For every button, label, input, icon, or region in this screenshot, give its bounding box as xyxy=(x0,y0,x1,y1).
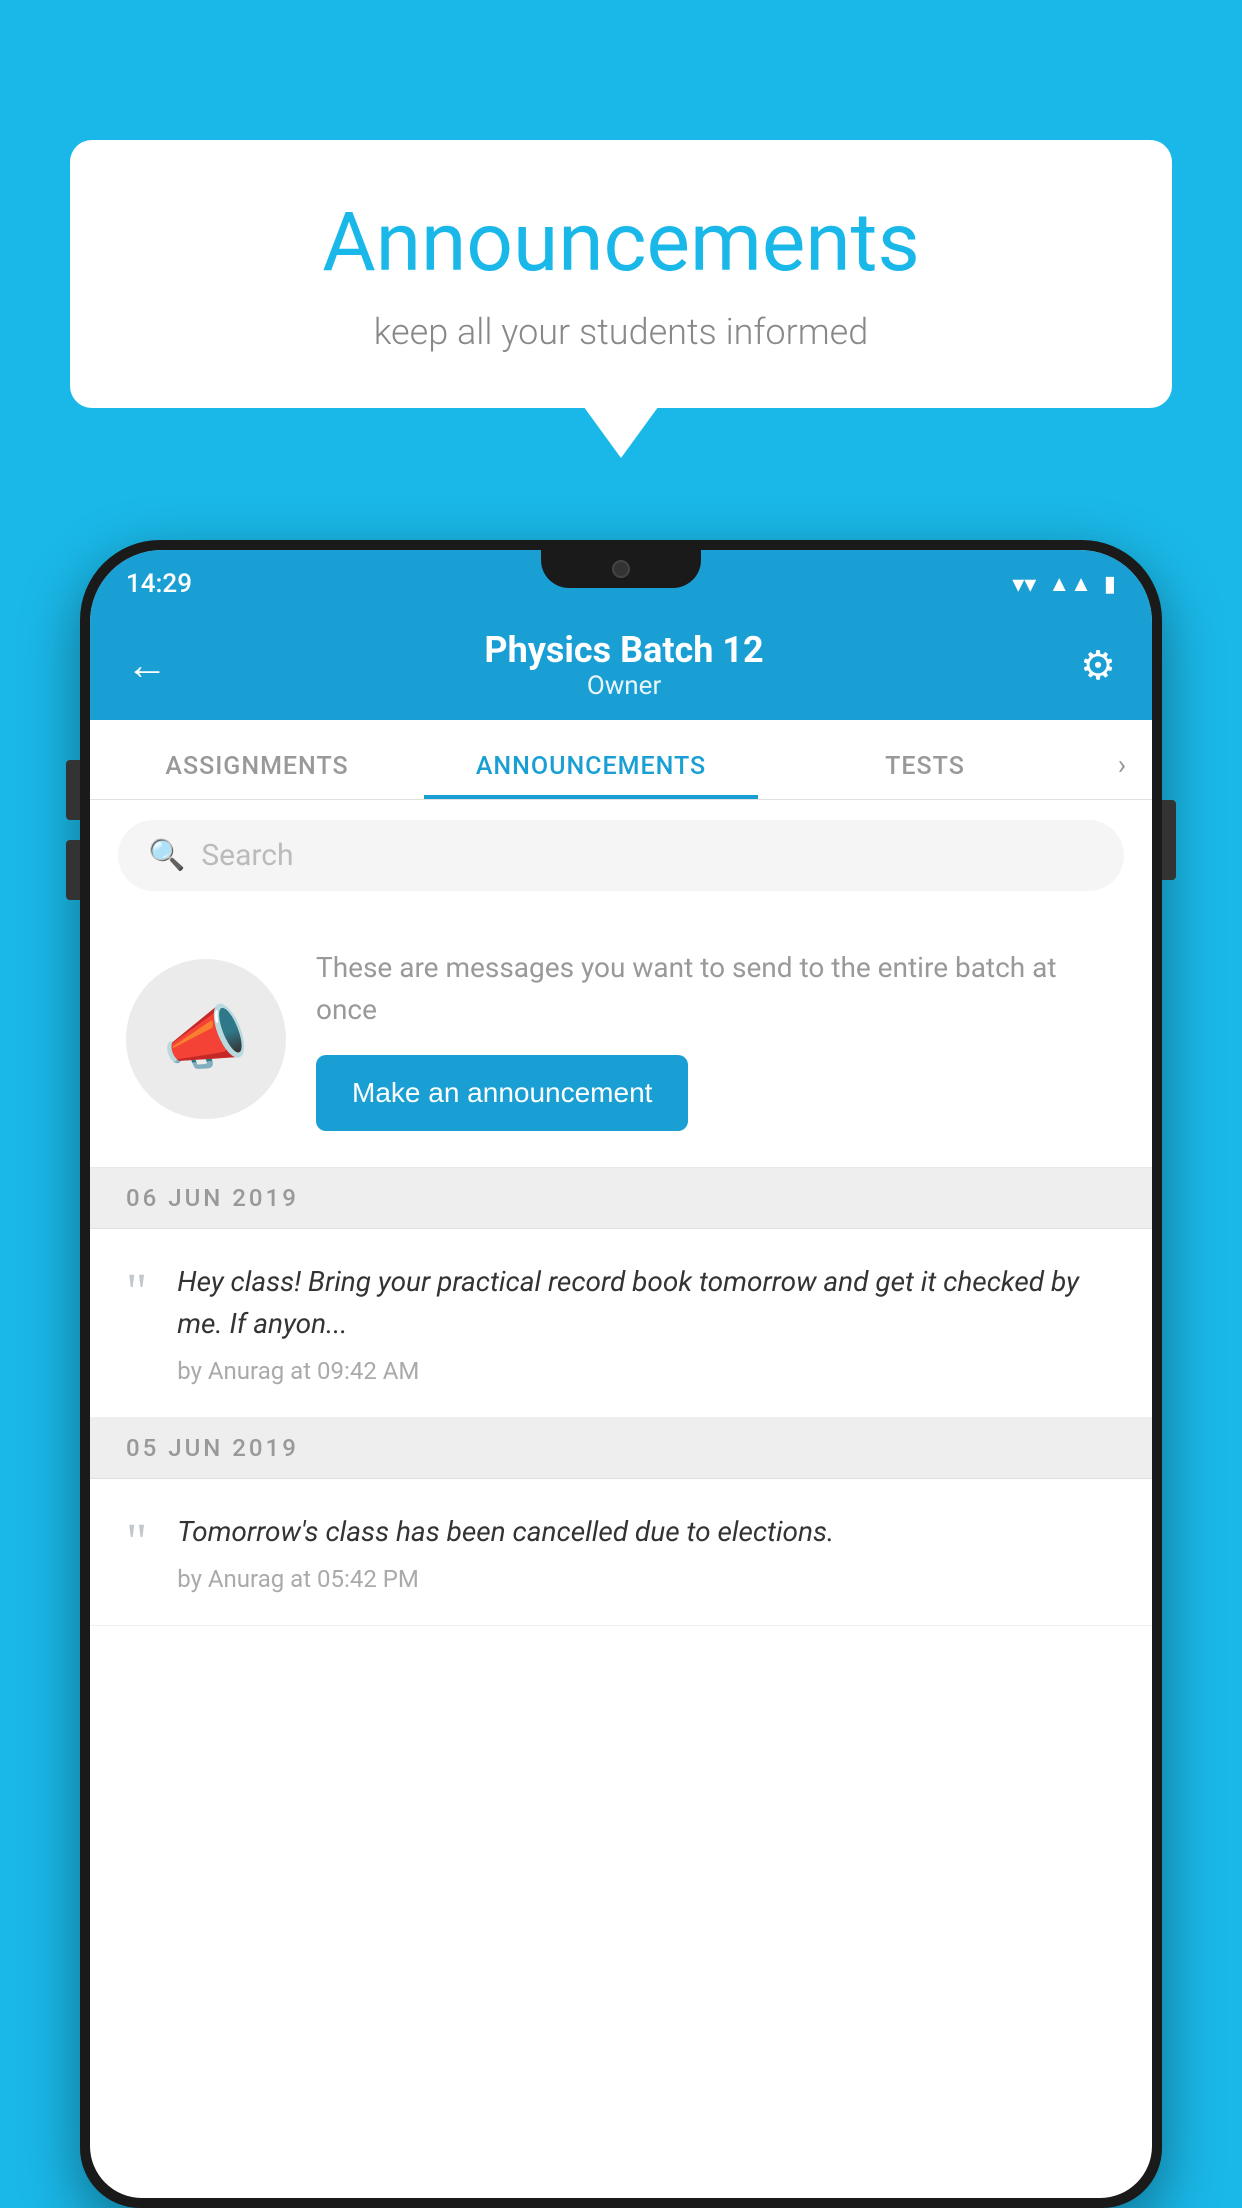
announcement-text-1: Hey class! Bring your practical record b… xyxy=(177,1261,1116,1345)
search-container: 🔍 Search xyxy=(90,800,1152,911)
tab-assignments[interactable]: ASSIGNMENTS xyxy=(90,752,424,799)
promo-content: These are messages you want to send to t… xyxy=(316,947,1116,1131)
status-icons: ▾▾ ▲▲ ▮ xyxy=(1012,570,1116,598)
app-header: ← Physics Batch 12 Owner ⚙ xyxy=(90,610,1152,720)
power-button xyxy=(1162,800,1176,880)
volume-down-button xyxy=(66,840,80,900)
date-divider-1: 06 JUN 2019 xyxy=(90,1168,1152,1229)
megaphone-icon: 📣 xyxy=(162,998,249,1080)
phone-frame: 14:29 ▾▾ ▲▲ ▮ ← Physics Batch 12 Owner ⚙… xyxy=(80,540,1162,2208)
phone-notch xyxy=(541,550,701,588)
signal-icon: ▲▲ xyxy=(1048,571,1092,597)
battery-icon: ▮ xyxy=(1104,572,1116,597)
search-icon: 🔍 xyxy=(148,838,185,873)
batch-title: Physics Batch 12 xyxy=(168,629,1080,671)
announcement-content-1: Hey class! Bring your practical record b… xyxy=(177,1261,1116,1385)
settings-button[interactable]: ⚙ xyxy=(1080,642,1116,689)
make-announcement-button[interactable]: Make an announcement xyxy=(316,1055,688,1131)
announcement-item-2: " Tomorrow's class has been cancelled du… xyxy=(90,1479,1152,1626)
announcement-meta-2: by Anurag at 05:42 PM xyxy=(177,1565,1116,1593)
volume-up-button xyxy=(66,760,80,820)
phone-screen: 14:29 ▾▾ ▲▲ ▮ ← Physics Batch 12 Owner ⚙… xyxy=(90,550,1152,2198)
speech-bubble-card: Announcements keep all your students inf… xyxy=(70,140,1172,408)
front-camera xyxy=(612,560,630,578)
back-button[interactable]: ← xyxy=(126,641,168,690)
header-title-area: Physics Batch 12 Owner xyxy=(168,629,1080,701)
promo-section: 📣 These are messages you want to send to… xyxy=(90,911,1152,1168)
announcement-content-2: Tomorrow's class has been cancelled due … xyxy=(177,1511,1116,1593)
promo-icon-circle: 📣 xyxy=(126,959,286,1119)
announcements-heading: Announcements xyxy=(130,195,1112,291)
promo-description: These are messages you want to send to t… xyxy=(316,947,1116,1031)
tabs-bar: ASSIGNMENTS ANNOUNCEMENTS TESTS › xyxy=(90,720,1152,800)
quote-icon-1: " xyxy=(126,1267,147,1319)
announcement-item-1: " Hey class! Bring your practical record… xyxy=(90,1229,1152,1418)
quote-icon-2: " xyxy=(126,1517,147,1569)
announcement-text-2: Tomorrow's class has been cancelled due … xyxy=(177,1511,1116,1553)
status-time: 14:29 xyxy=(126,569,192,599)
tab-more-button[interactable]: › xyxy=(1092,748,1152,799)
date-divider-2: 05 JUN 2019 xyxy=(90,1418,1152,1479)
announcement-meta-1: by Anurag at 09:42 AM xyxy=(177,1357,1116,1385)
tab-announcements[interactable]: ANNOUNCEMENTS xyxy=(424,752,758,799)
announcements-subtitle: keep all your students informed xyxy=(130,311,1112,353)
tab-tests[interactable]: TESTS xyxy=(758,752,1092,799)
search-input[interactable]: Search xyxy=(201,838,293,873)
user-role: Owner xyxy=(168,671,1080,701)
speech-bubble: Announcements keep all your students inf… xyxy=(70,140,1172,408)
search-bar[interactable]: 🔍 Search xyxy=(118,820,1124,891)
wifi-icon: ▾▾ xyxy=(1012,570,1036,598)
